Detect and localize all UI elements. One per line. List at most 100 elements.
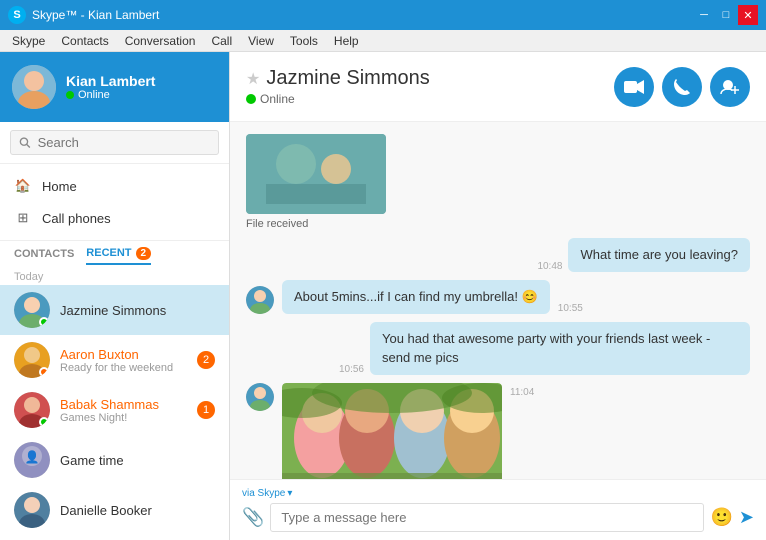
- window-controls[interactable]: ─ □ ✕: [694, 5, 758, 25]
- nav-items: 🏠 Home ⊞ Call phones: [0, 164, 229, 241]
- search-icon: [19, 136, 32, 150]
- via-skype[interactable]: via Skype ▾: [242, 488, 754, 499]
- chat-contact-name: ★ Jazmine Simmons: [246, 67, 430, 90]
- nav-home[interactable]: 🏠 Home: [0, 170, 229, 202]
- tab-recent[interactable]: RECENT2: [86, 247, 151, 265]
- group-photo-block: Files received SHOW IN FOLDER: [282, 383, 502, 479]
- recent-badge: 2: [136, 247, 152, 260]
- send-button[interactable]: ➤: [739, 507, 754, 528]
- msg-time-2: 10:56: [339, 364, 364, 375]
- input-row: 📎 🙂 ➤: [242, 503, 754, 532]
- profile-status: Online: [66, 89, 155, 101]
- msg-avatar-group: [246, 383, 274, 411]
- profile-info: Kian Lambert Online: [66, 73, 155, 101]
- contact-item-jazmine[interactable]: Jazmine Simmons: [0, 285, 229, 335]
- profile-name: Kian Lambert: [66, 73, 155, 89]
- nav-call-phones-label: Call phones: [42, 211, 111, 226]
- avatar: [12, 65, 56, 109]
- chat-header-left: ★ Jazmine Simmons Online: [246, 67, 430, 106]
- search-input-wrap[interactable]: [10, 130, 219, 155]
- emoji-button[interactable]: 🙂: [710, 507, 732, 528]
- contact-avatar-danielle: [14, 492, 50, 528]
- contact-avatar-aaron: [14, 342, 50, 378]
- titlebar: S Skype™ - Kian Lambert ─ □ ✕: [0, 0, 766, 30]
- contacts-tabs: CONTACTS RECENT2: [0, 241, 229, 265]
- contact-info-babak: Babak Shammas Games Night!: [60, 397, 187, 424]
- profile-area[interactable]: Kian Lambert Online: [0, 52, 229, 122]
- chat-header: ★ Jazmine Simmons Online: [230, 52, 766, 122]
- add-contact-button[interactable]: [710, 67, 750, 107]
- msg-row-group-photo: Files received SHOW IN FOLDER 11:04: [246, 383, 750, 479]
- search-bar: [0, 122, 229, 164]
- status-indicator-aaron: [39, 367, 49, 377]
- msg-time-1: 10:48: [537, 261, 562, 272]
- chat-header-buttons: [614, 67, 750, 107]
- contact-name-babak: Babak Shammas: [60, 397, 187, 412]
- online-dot: [66, 91, 74, 99]
- svg-text:👤: 👤: [25, 450, 40, 464]
- chat-contact-status: Online: [246, 92, 430, 106]
- contact-item-aaron[interactable]: Aaron Buxton Ready for the weekend 2: [0, 335, 229, 385]
- contact-item-gametime[interactable]: 👤 Game time: [0, 435, 229, 485]
- message-input[interactable]: [270, 503, 704, 532]
- menu-help[interactable]: Help: [326, 32, 367, 50]
- star-icon[interactable]: ★: [246, 69, 260, 89]
- nav-call-phones[interactable]: ⊞ Call phones: [0, 202, 229, 234]
- msg-row-sent-2: 10:56 You had that awesome party with yo…: [246, 322, 750, 374]
- contact-name-jazmine: Jazmine Simmons: [60, 303, 215, 318]
- msg-bubble-received-1: About 5mins...if I can find my umbrella!…: [282, 280, 550, 314]
- contact-avatar-gametime: 👤: [14, 442, 50, 478]
- titlebar-left: S Skype™ - Kian Lambert: [8, 6, 159, 24]
- sidebar: Kian Lambert Online 🏠 Home: [0, 52, 230, 540]
- contact-list: Jazmine Simmons Aaron Buxton Ready for t…: [0, 285, 229, 540]
- menu-view[interactable]: View: [240, 32, 282, 50]
- contact-name-aaron: Aaron Buxton: [60, 347, 187, 362]
- window-title: Skype™ - Kian Lambert: [32, 8, 159, 22]
- minimize-button[interactable]: ─: [694, 5, 714, 25]
- status-indicator: [39, 317, 49, 327]
- menubar: Skype Contacts Conversation Call View To…: [0, 30, 766, 52]
- contact-item-danielle[interactable]: Danielle Booker: [0, 485, 229, 535]
- contact-item-babak[interactable]: Babak Shammas Games Night! 1: [0, 385, 229, 435]
- msg-row-received-1: About 5mins...if I can find my umbrella!…: [246, 280, 750, 314]
- chat-messages: File received 10:48 What time are you le…: [230, 122, 766, 479]
- nav-home-label: Home: [42, 179, 77, 194]
- attach-button[interactable]: 📎: [242, 507, 264, 528]
- contact-badge-aaron: 2: [197, 351, 215, 369]
- add-person-icon: [720, 78, 740, 96]
- maximize-button[interactable]: □: [716, 5, 736, 25]
- tab-contacts[interactable]: CONTACTS: [14, 248, 74, 264]
- contact-sub-aaron: Ready for the weekend: [60, 362, 187, 374]
- video-call-button[interactable]: [614, 67, 654, 107]
- msg-time-group: 11:04: [510, 387, 534, 398]
- menu-skype[interactable]: Skype: [4, 32, 53, 50]
- menu-contacts[interactable]: Contacts: [53, 32, 116, 50]
- contact-badge-babak: 1: [197, 401, 215, 419]
- chat-status-dot: [246, 94, 256, 104]
- menu-call[interactable]: Call: [203, 32, 240, 50]
- menu-conversation[interactable]: Conversation: [117, 32, 204, 50]
- call-phones-icon: ⊞: [14, 209, 32, 227]
- menu-tools[interactable]: Tools: [282, 32, 326, 50]
- video-icon: [624, 80, 644, 94]
- msg-time-received-1: 10:55: [558, 303, 583, 314]
- file-received-image: File received: [246, 134, 750, 230]
- msg-bubble-sent-1: What time are you leaving?: [568, 238, 750, 272]
- close-button[interactable]: ✕: [738, 5, 758, 25]
- file-received-label: File received: [246, 218, 308, 230]
- audio-call-button[interactable]: [662, 67, 702, 107]
- group-photo: [282, 383, 502, 479]
- contact-item-david[interactable]: David Ackley: [0, 535, 229, 540]
- search-input[interactable]: [38, 135, 210, 150]
- phone-icon: [673, 78, 691, 96]
- contact-avatar-babak: [14, 392, 50, 428]
- contact-avatar-jazmine: [14, 292, 50, 328]
- contact-name-danielle: Danielle Booker: [60, 503, 215, 518]
- contact-info-gametime: Game time: [60, 453, 215, 468]
- contact-info-jazmine: Jazmine Simmons: [60, 303, 215, 318]
- contact-name-gametime: Game time: [60, 453, 215, 468]
- chat-area: ★ Jazmine Simmons Online: [230, 52, 766, 540]
- received-image: [246, 134, 386, 214]
- msg-avatar-received-1: [246, 286, 274, 314]
- contact-sub-babak: Games Night!: [60, 412, 187, 424]
